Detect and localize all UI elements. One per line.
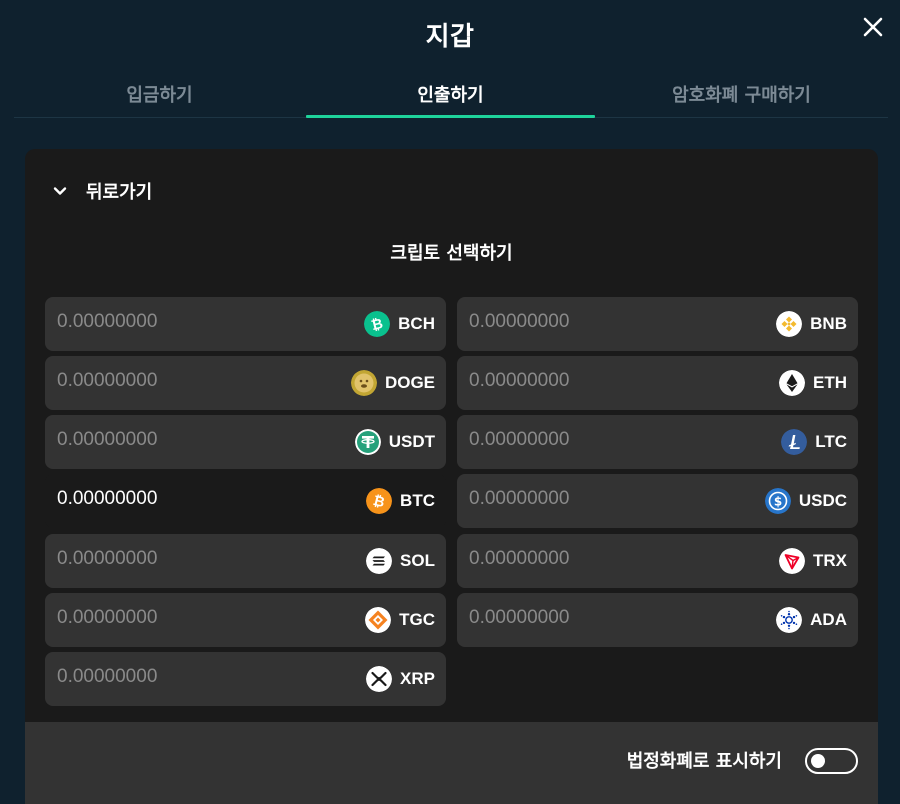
dialog-header: 지갑	[0, 0, 900, 66]
currency-code: USDC	[798, 491, 847, 510]
currency-option-trx[interactable]: 0.00000000 TRX	[457, 534, 858, 588]
tab-deposit[interactable]: 입금하기	[14, 66, 305, 117]
currency-option-doge[interactable]: 0.00000000 DOGE	[45, 356, 446, 410]
back-label: 뒤로가기	[86, 182, 153, 203]
currency-option-xrp[interactable]: 0.00000000 XRP	[45, 652, 446, 706]
currency-code: BNB	[810, 314, 847, 333]
currency-option-bnb[interactable]: 0.00000000 BNB	[457, 297, 858, 351]
withdraw-panel: 뒤로가기 크립토 선택하기 0.00000000 ₿ BCH 0.0000000…	[25, 149, 878, 804]
currency-code: BCH	[398, 314, 435, 333]
currency-amount: 0.00000000	[57, 370, 158, 391]
dialog-title: 지갑	[425, 22, 475, 52]
display-in-fiat-label: 법정화폐로 표시하기	[626, 751, 782, 772]
tab-buy-crypto[interactable]: 암호화폐 구매하기	[596, 66, 887, 117]
display-in-fiat-toggle[interactable]	[805, 748, 858, 774]
currency-option-sol[interactable]: 0.00000000 SOL	[45, 534, 446, 588]
binance-coin-icon	[776, 311, 803, 337]
toggle-knob	[811, 754, 825, 768]
currency-option-tgc[interactable]: 0.00000000 TGC	[45, 593, 446, 647]
tgc-icon	[365, 607, 392, 633]
panel-footer: 법정화폐로 표시하기	[25, 722, 878, 804]
close-button[interactable]	[860, 14, 886, 40]
currency-option-bch[interactable]: 0.00000000 ₿ BCH	[45, 297, 446, 351]
currency-amount: 0.00000000	[57, 429, 158, 450]
currency-code: XRP	[400, 669, 435, 688]
currency-code: ADA	[810, 610, 847, 629]
currency-option-ltc[interactable]: 0.00000000 LTC	[457, 415, 858, 469]
currency-code: TGC	[399, 610, 435, 629]
xrp-icon	[366, 666, 393, 692]
chevron-down-icon	[53, 187, 67, 195]
litecoin-icon	[781, 429, 808, 455]
close-icon[interactable]	[860, 14, 886, 40]
currency-code: USDT	[388, 432, 435, 451]
currency-amount: 0.00000000	[57, 311, 158, 332]
currency-code: DOGE	[384, 373, 435, 392]
currency-option-btc[interactable]: 0.00000000 ₿ BTC	[45, 474, 446, 528]
currency-code: BTC	[400, 491, 435, 510]
currency-code: LTC	[815, 432, 847, 451]
currency-amount: 0.00000000	[469, 311, 570, 332]
currency-amount: 0.00000000	[469, 370, 570, 391]
wallet-tabs: 입금하기 인출하기 암호화폐 구매하기	[14, 66, 888, 118]
currency-option-usdc[interactable]: 0.00000000 $ USDC	[457, 474, 858, 528]
select-crypto-title: 크립토 선택하기	[390, 243, 513, 264]
currency-option-ada[interactable]: 0.00000000 ADA	[457, 593, 858, 647]
svg-text:$: $	[774, 494, 782, 508]
tron-icon	[779, 548, 805, 574]
currency-amount: 0.00000000	[57, 666, 158, 687]
currency-amount: 0.00000000	[57, 548, 158, 569]
currency-code: TRX	[813, 551, 847, 570]
currency-amount: 0.00000000	[469, 488, 570, 509]
solana-icon	[366, 548, 393, 574]
currency-amount: 0.00000000	[469, 548, 570, 569]
currency-code: SOL	[400, 551, 435, 570]
currency-amount: 0.00000000	[57, 488, 158, 509]
cardano-icon	[776, 607, 803, 633]
currency-option-usdt[interactable]: 0.00000000 USDT	[45, 415, 446, 469]
usd-coin-icon: $	[764, 488, 791, 514]
currency-code: ETH	[813, 373, 847, 392]
dogecoin-icon	[350, 370, 377, 396]
currency-amount: 0.00000000	[57, 607, 158, 628]
tab-withdraw[interactable]: 인출하기	[305, 66, 596, 118]
bitcoin-icon: ₿	[366, 488, 393, 514]
ethereum-icon	[779, 370, 805, 396]
currency-option-eth[interactable]: 0.00000000 ETH	[457, 356, 858, 410]
bitcoin-cash-icon: ₿	[364, 311, 391, 337]
currency-amount: 0.00000000	[469, 429, 570, 450]
currency-amount: 0.00000000	[469, 607, 570, 628]
back-button[interactable]: 뒤로가기	[51, 178, 152, 204]
tether-icon	[354, 429, 381, 455]
